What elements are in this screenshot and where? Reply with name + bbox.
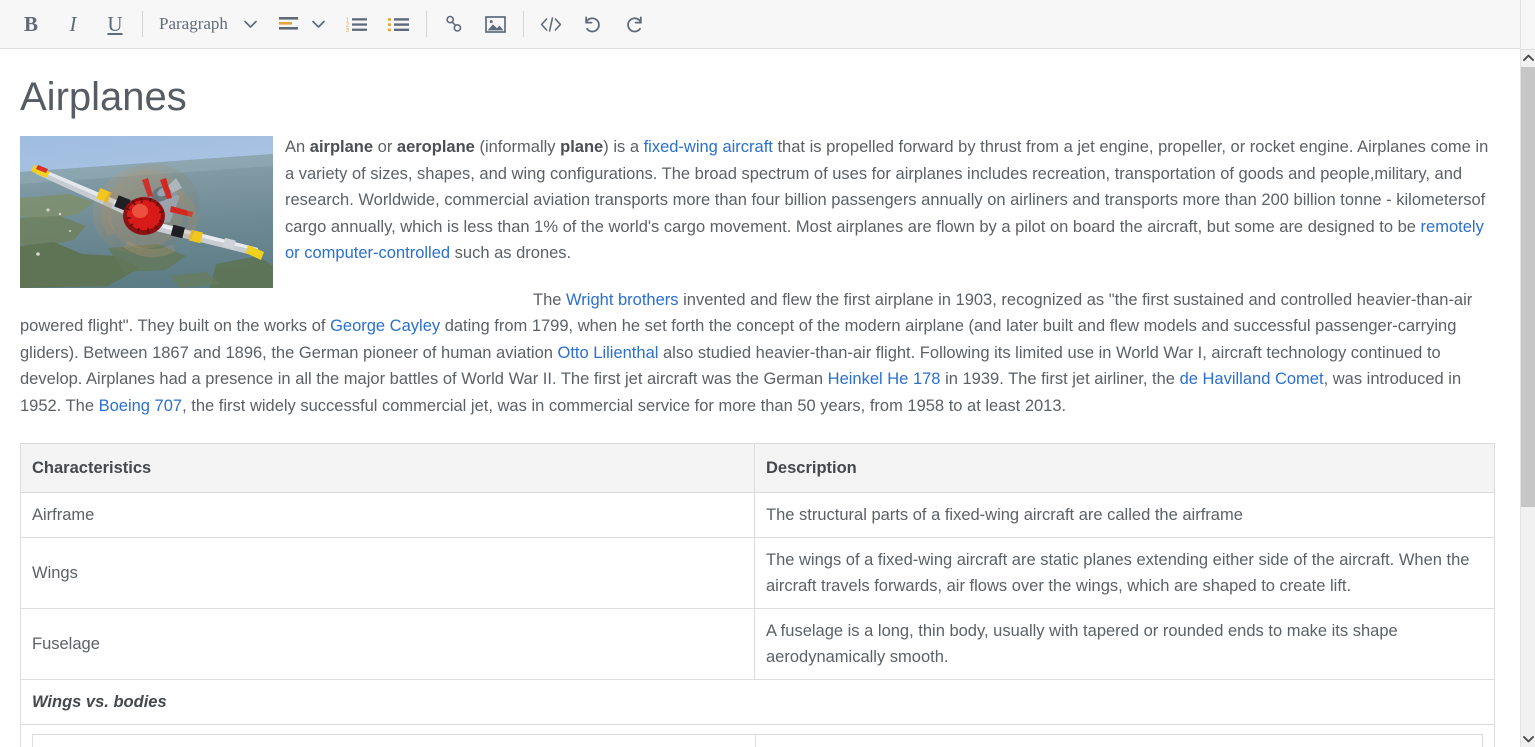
- column-header-description: Description: [754, 443, 1495, 493]
- chevron-down-icon[interactable]: [238, 7, 264, 41]
- document-body[interactable]: Airplanes An airplane or aeroplane (info…: [0, 50, 1520, 747]
- underline-button[interactable]: U: [98, 7, 132, 41]
- table-row[interactable]: Wings The wings of a fixed-wing aircraft …: [20, 537, 1495, 609]
- bold-text: plane: [560, 138, 604, 156]
- bold-button[interactable]: B: [14, 7, 48, 41]
- wings-vs-bodies-table[interactable]: Flying wingA flying wing is a tailless a…: [32, 734, 1483, 747]
- align-chevron-down-icon[interactable]: [306, 7, 332, 41]
- undo-icon[interactable]: [576, 7, 610, 41]
- editor-canvas[interactable]: Airplanes An airplane or aeroplane (info…: [0, 50, 1520, 747]
- text-run: ) is a: [603, 138, 644, 156]
- image-icon[interactable]: [479, 7, 513, 41]
- chevron-down-icon[interactable]: [1521, 731, 1535, 747]
- text-run: (informally: [474, 138, 561, 156]
- block-format-dropdown[interactable]: Paragraph: [153, 7, 238, 41]
- bold-text: airplane: [309, 138, 374, 156]
- cell-description[interactable]: The wings of a fixed-wing aircraft are s…: [754, 537, 1495, 609]
- numbered-list-icon[interactable]: 1 2 3: [340, 7, 374, 41]
- airplane-image[interactable]: [20, 136, 273, 288]
- page-title: Airplanes: [20, 75, 187, 119]
- history-paragraph: The Wright brothers invented and flew th…: [20, 287, 1496, 420]
- italic-button[interactable]: I: [56, 7, 90, 41]
- editor-toolbar: B I U Paragraph 1 2 3: [0, 0, 1535, 49]
- inline-link[interactable]: de Havilland Comet: [1180, 370, 1324, 388]
- inline-link[interactable]: George Cayley: [330, 317, 440, 335]
- toolbar-divider: [425, 11, 427, 37]
- column-header-characteristics: Characteristics: [20, 443, 755, 493]
- text-run: An: [285, 138, 310, 156]
- table-row[interactable]: Fuselage A fuselage is a long, thin body,…: [20, 608, 1495, 680]
- nested-table-wrapper: Flying wingA flying wing is a tailless a…: [20, 724, 1495, 747]
- table-header-row: Characteristics Description: [20, 443, 1495, 493]
- characteristics-table[interactable]: Characteristics Description Airframe The …: [20, 443, 1495, 747]
- inline-link[interactable]: Otto Lilienthal: [558, 344, 659, 362]
- text-run: in 1939. The first jet airliner, the: [940, 370, 1180, 388]
- text-run: The: [533, 290, 567, 309]
- inline-link[interactable]: Wright brothers: [566, 291, 679, 309]
- scrollbar-thumb[interactable]: [1521, 67, 1535, 507]
- cell-description[interactable]: A flying wing is a tailless aircraft whi…: [755, 734, 1483, 747]
- text-run: or: [373, 138, 397, 156]
- cell-description[interactable]: A fuselage is a long, thin body, usually…: [754, 608, 1495, 680]
- text-run: , the first widely successful commercial…: [182, 396, 1067, 415]
- text-run: such as drones.: [450, 244, 572, 262]
- cell-description[interactable]: The structural parts of a fixed-wing air…: [754, 492, 1495, 538]
- inline-link[interactable]: Boeing 707: [99, 397, 183, 415]
- table-section-row[interactable]: Wings vs. bodies: [20, 679, 1495, 725]
- airplane-photo: [20, 136, 273, 288]
- align-left-icon[interactable]: [272, 7, 306, 41]
- cell-characteristic[interactable]: Wings: [20, 537, 755, 609]
- inline-link[interactable]: fixed-wing aircraft: [644, 138, 773, 156]
- table-row[interactable]: Flying wingA flying wing is a tailless a…: [32, 734, 1483, 747]
- redo-icon[interactable]: [618, 7, 652, 41]
- scrollbar-cap: [1520, 0, 1535, 50]
- table-row[interactable]: Airframe The structural parts of a fixed-…: [20, 492, 1495, 538]
- cell-characteristic[interactable]: Fuselage: [20, 608, 755, 680]
- vertical-scrollbar[interactable]: [1520, 50, 1535, 747]
- bold-text: aeroplane: [396, 138, 475, 156]
- toolbar-divider: [142, 11, 143, 37]
- code-icon[interactable]: [534, 7, 568, 41]
- table-section-label: Wings vs. bodies: [20, 679, 1495, 725]
- table-head: Characteristics Description: [20, 443, 1495, 493]
- cell-characteristic[interactable]: Airframe: [20, 492, 755, 538]
- cell-characteristic[interactable]: Flying wing: [32, 734, 756, 747]
- nested-table-row: Flying wingA flying wing is a tailless a…: [20, 724, 1495, 747]
- inline-link[interactable]: Heinkel He 178: [828, 370, 941, 388]
- bullet-list-icon[interactable]: [382, 7, 416, 41]
- chevron-up-icon[interactable]: [1521, 50, 1535, 66]
- toolbar-divider: [522, 11, 524, 37]
- table-body: Airframe The structural parts of a fixed-…: [20, 492, 1495, 747]
- link-icon[interactable]: [437, 7, 471, 41]
- svg-text:3: 3: [346, 27, 349, 32]
